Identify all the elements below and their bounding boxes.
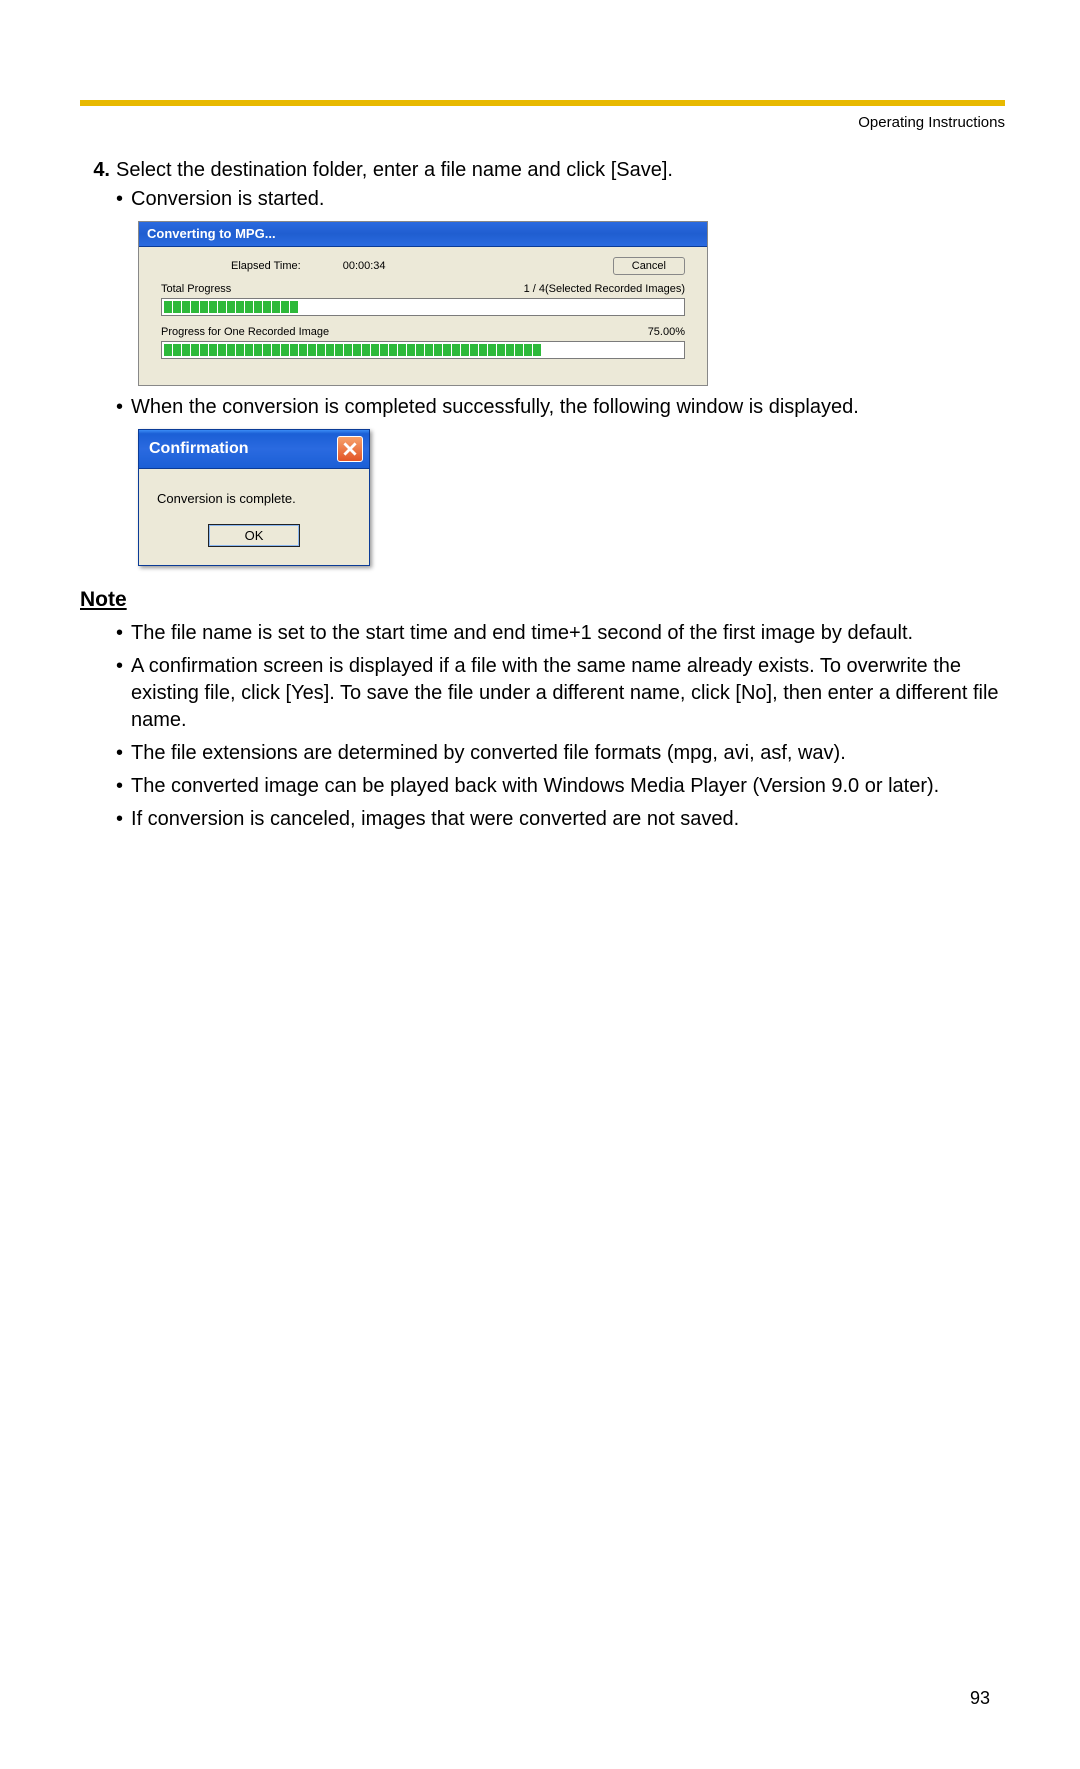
- step-number: 4.: [80, 159, 110, 182]
- converting-dialog: Converting to MPG... Elapsed Time: 00:00…: [138, 221, 708, 386]
- cancel-button[interactable]: Cancel: [613, 257, 685, 275]
- note-heading: Note: [80, 588, 1005, 612]
- dialog-title: Converting to MPG...: [147, 226, 276, 241]
- confirmation-title: Confirmation: [149, 440, 249, 458]
- confirmation-message: Conversion is complete.: [149, 491, 359, 506]
- close-icon: [343, 442, 357, 456]
- bullet-dot: •: [116, 806, 123, 833]
- bullet-dot: •: [116, 773, 123, 800]
- close-button[interactable]: [337, 436, 363, 462]
- note-item: If conversion is canceled, images that w…: [131, 806, 739, 833]
- header-text: Operating Instructions: [80, 114, 1005, 131]
- elapsed-time-value: 00:00:34: [343, 260, 386, 272]
- note-item: The converted image can be played back w…: [131, 773, 939, 800]
- top-divider: [80, 100, 1005, 106]
- bullet-dot: •: [116, 396, 123, 419]
- total-progress-status: 1 / 4(Selected Recorded Images): [524, 283, 685, 295]
- bullet-dot: •: [116, 653, 123, 734]
- one-image-progress-percent: 75.00%: [648, 326, 685, 338]
- note-item: A confirmation screen is displayed if a …: [131, 653, 1005, 734]
- bullet-dot: •: [116, 188, 123, 211]
- one-image-progress-bar: [161, 341, 685, 359]
- bullet-text-completion-window: When the conversion is completed success…: [131, 396, 859, 419]
- total-progress-bar: [161, 298, 685, 316]
- elapsed-time-label: Elapsed Time:: [231, 260, 301, 272]
- bullet-dot: •: [116, 620, 123, 647]
- total-progress-label: Total Progress: [161, 283, 231, 295]
- note-item: The file extensions are determined by co…: [131, 740, 846, 767]
- note-list: • The file name is set to the start time …: [116, 620, 1005, 833]
- dialog-titlebar: Converting to MPG...: [139, 222, 707, 247]
- bullet-dot: •: [116, 740, 123, 767]
- step-instruction: Select the destination folder, enter a f…: [116, 159, 1005, 182]
- ok-button[interactable]: OK: [208, 524, 301, 547]
- page-number: 93: [970, 1688, 990, 1709]
- one-image-progress-label: Progress for One Recorded Image: [161, 326, 329, 338]
- confirmation-dialog: Confirmation Conversion is complete. OK: [138, 429, 370, 566]
- bullet-text-conversion-started: Conversion is started.: [131, 188, 324, 211]
- note-item: The file name is set to the start time a…: [131, 620, 913, 647]
- confirmation-titlebar: Confirmation: [138, 429, 370, 469]
